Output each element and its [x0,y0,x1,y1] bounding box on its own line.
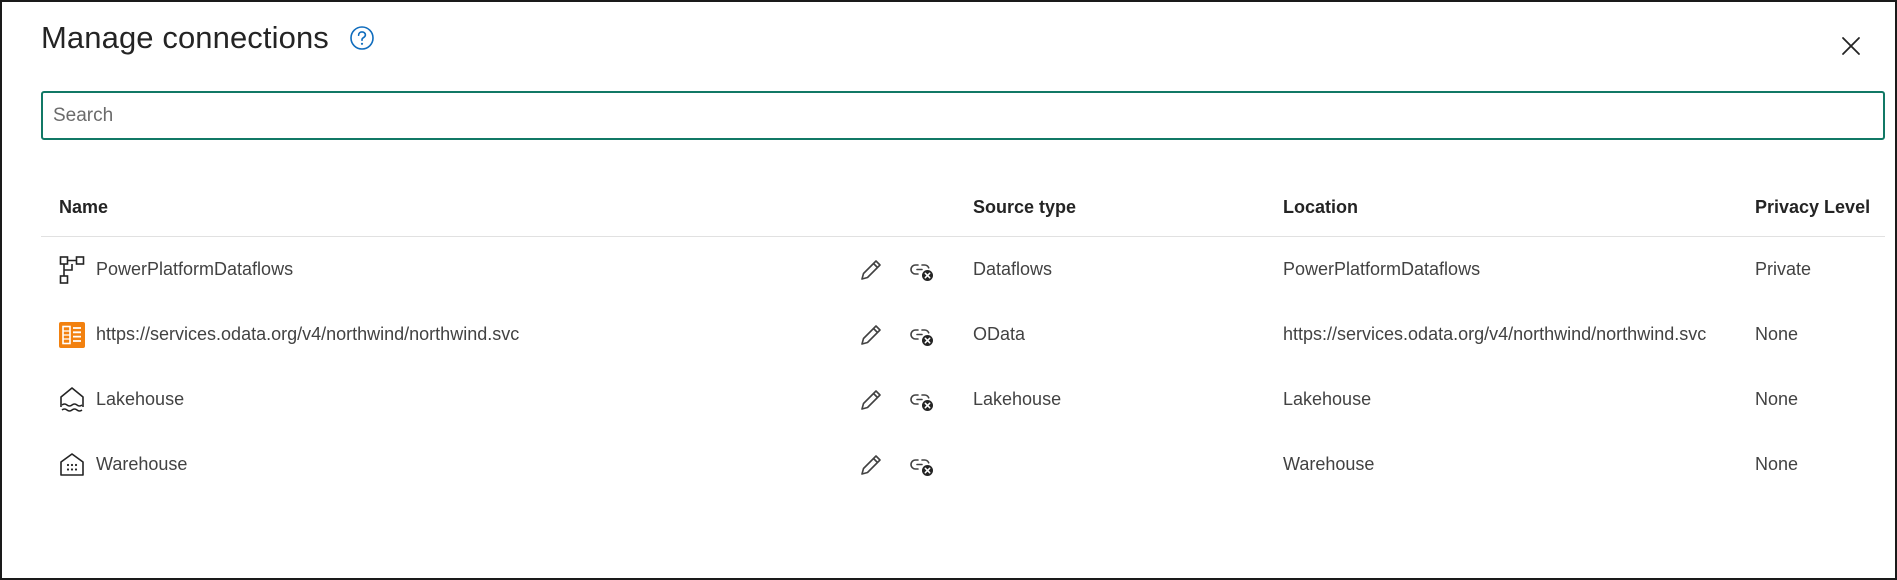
odata-icon [59,320,85,350]
connections-table: Name Source type Location Privacy Level … [41,182,1885,497]
table-row[interactable]: Lakehouse Lakehouse Lakehouse None [41,367,1885,432]
table-row[interactable]: https://services.odata.org/v4/northwind/… [41,302,1885,367]
location-cell: PowerPlatformDataflows [1283,259,1481,279]
remove-connection-button[interactable] [907,367,937,432]
unlink-icon [910,328,933,346]
privacy-level-cell: None [1755,454,1799,474]
source-type-cell: Lakehouse [973,389,1062,409]
pencil-icon [861,389,881,410]
name-cell: Lakehouse [59,367,184,432]
pencil-icon [861,259,881,280]
dialog-title: Manage connections [41,20,329,55]
name-cell: Warehouse [59,432,187,497]
table-row[interactable]: Warehouse Warehouse None [41,432,1885,497]
connection-name: https://services.odata.org/v4/northwind/… [96,324,520,344]
location-cell: Warehouse [1283,454,1375,474]
table-header: Name Source type Location Privacy Level [41,182,1885,237]
unlink-icon [910,263,933,281]
remove-connection-button[interactable] [907,237,937,302]
edit-button[interactable] [857,367,885,432]
name-cell: https://services.odata.org/v4/northwind/… [59,302,519,367]
edit-button[interactable] [857,302,885,367]
privacy-level-cell: None [1755,389,1799,409]
privacy-level-cell: None [1755,324,1799,344]
connection-name: Warehouse [96,454,188,474]
unlink-icon [910,393,933,411]
help-icon[interactable] [349,25,375,51]
location-cell: Lakehouse [1283,389,1372,409]
edit-button[interactable] [857,237,885,302]
connection-name: Lakehouse [96,389,185,409]
pencil-icon [861,454,881,475]
search-input[interactable] [41,91,1885,140]
close-icon [1842,37,1860,55]
edit-button[interactable] [857,432,885,497]
privacy-level-cell: Private [1755,259,1812,279]
dataflow-icon [59,255,85,285]
title-row: Manage connections [41,20,375,56]
source-type-cell: OData [973,324,1026,344]
remove-connection-button[interactable] [907,302,937,367]
column-header-name[interactable]: Name [59,197,108,218]
column-header-privacy-level[interactable]: Privacy Level [1755,197,1870,218]
column-header-source-type[interactable]: Source type [973,197,1076,218]
name-cell: PowerPlatformDataflows [59,237,293,302]
unlink-icon [910,458,933,476]
location-cell: https://services.odata.org/v4/northwind/… [1283,324,1707,344]
manage-connections-dialog: Manage connections Name Source type Loca… [0,0,1897,580]
lakehouse-icon [59,385,85,415]
table-row[interactable]: PowerPlatformDataflows Dataflows PowerPl… [41,237,1885,302]
close-button[interactable] [1837,32,1865,60]
warehouse-icon [59,450,85,480]
source-type-cell: Dataflows [973,259,1053,279]
column-header-location[interactable]: Location [1283,197,1358,218]
remove-connection-button[interactable] [907,432,937,497]
pencil-icon [861,324,881,345]
connection-name: PowerPlatformDataflows [96,259,294,279]
